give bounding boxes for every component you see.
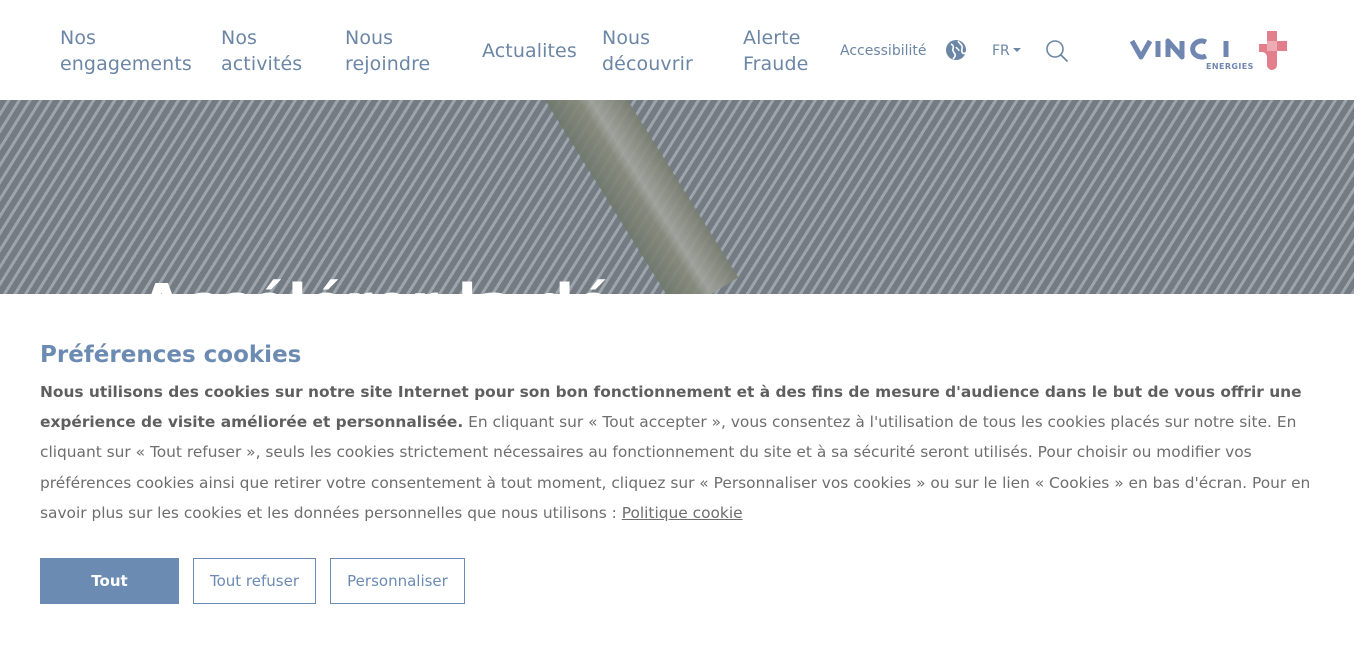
refuse-all-button[interactable]: Tout refuser (193, 558, 316, 604)
nav-label-line2: Fraude (743, 53, 809, 75)
nav-label-line1: Alerte (743, 27, 801, 49)
hero-title: Accélérer la dé (140, 276, 612, 295)
cookie-consent-panel: Préférences cookies Nous utilisons des c… (0, 294, 1354, 651)
hero-overlay (0, 100, 1354, 294)
nav-nos-engagements[interactable]: Nos engagements (60, 25, 192, 77)
nav-actualites[interactable]: Actualites (482, 38, 577, 64)
nav-label-line2: activités (221, 53, 303, 75)
accept-all-button[interactable]: Tout accepter (40, 558, 179, 634)
hero-banner: Accélérer la dé (0, 100, 1354, 294)
nav-nous-rejoindre[interactable]: Nous rejoindre (345, 25, 430, 77)
cookie-policy-link[interactable]: Politique cookie (622, 504, 743, 522)
cookie-description: Nous utilisons des cookies sur notre sit… (40, 377, 1320, 528)
site-header: Nos engagements Nos activités Nous rejoi… (0, 0, 1366, 100)
nav-alerte-fraude[interactable]: Alerte Fraude (743, 25, 808, 77)
nav-label-line1: Actualites (482, 40, 577, 62)
page-scrollbar[interactable] (1354, 0, 1366, 651)
nav-nos-activites[interactable]: Nos activités (221, 25, 302, 77)
nav-label-line1: Nous (602, 27, 651, 49)
accessibility-link[interactable]: Accessibilité (840, 41, 926, 61)
logo-subtitle: ENERGIES (1206, 62, 1254, 71)
nav-nous-decouvrir[interactable]: Nous découvrir (602, 25, 693, 77)
language-code: FR (992, 43, 1010, 59)
caret-down-icon (1012, 48, 1021, 52)
search-icon[interactable] (1045, 39, 1069, 63)
nav-label-line1: Nous (345, 27, 394, 49)
customize-button[interactable]: Personnaliser (330, 558, 465, 604)
cookie-title: Préférences cookies (40, 342, 302, 368)
nav-label-line2: rejoindre (345, 53, 431, 75)
nav-label-line1: Nos (221, 27, 258, 49)
language-selector[interactable]: FR (992, 41, 1021, 61)
nav-label-line2: engagements (60, 53, 192, 75)
vinci-energies-logo[interactable]: ENERGIES (1129, 27, 1296, 75)
globe-icon[interactable] (945, 39, 967, 61)
nav-label-line1: Nos (60, 27, 97, 49)
nav-label-line2: découvrir (602, 53, 693, 75)
